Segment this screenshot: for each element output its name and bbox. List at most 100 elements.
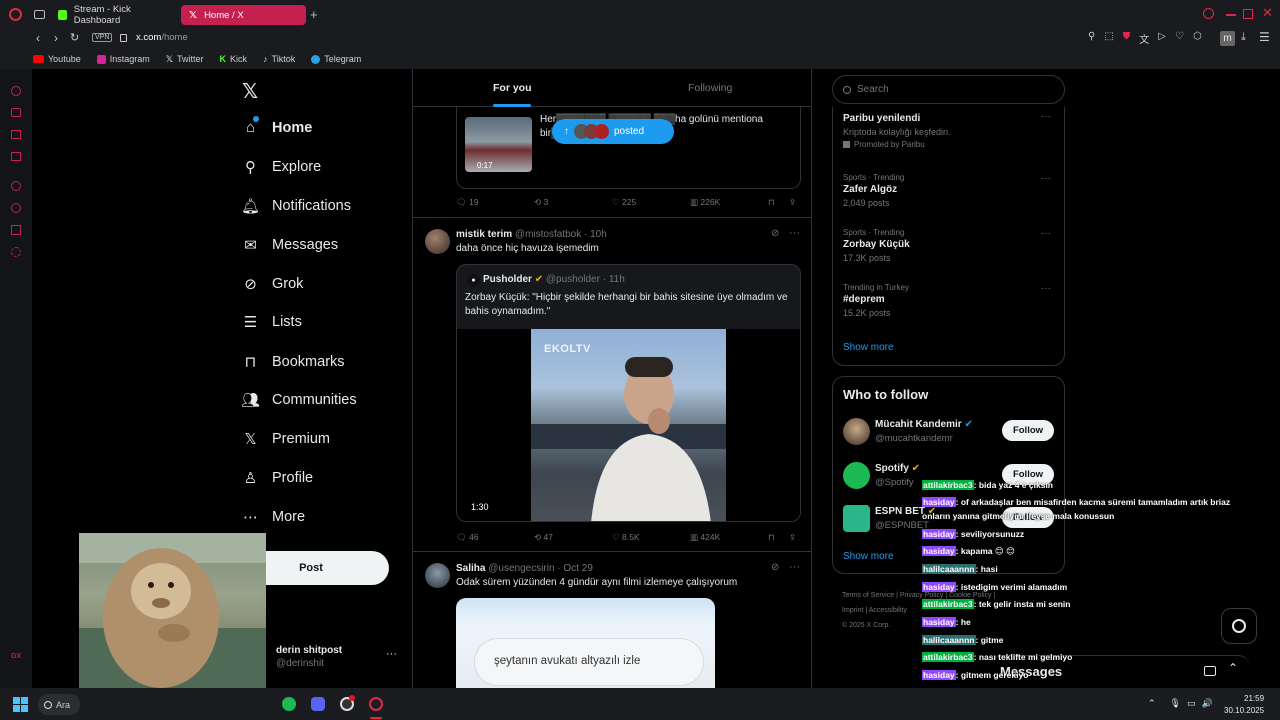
grok-icon[interactable]: ⊘ (771, 228, 779, 239)
microphone-icon[interactable]: 🎙 (1170, 698, 1181, 709)
bookmark-instagram[interactable]: Instagram (96, 54, 150, 64)
repost-button[interactable]: ⟲ 47 (534, 532, 553, 543)
monitor-icon[interactable]: ▭ (1187, 698, 1196, 709)
clock[interactable]: 21:59 30.10.2025 (1224, 693, 1264, 717)
volume-icon[interactable]: 🔊 (1202, 698, 1213, 709)
settings-icon[interactable] (11, 247, 21, 257)
url-field[interactable]: x.com/home (136, 32, 188, 43)
tweet[interactable]: Saliha @usengecsirin · Oct 29 ⊘ ··· Odak… (413, 553, 811, 688)
nav-item-bookmarks[interactable]: ⊓ Bookmarks (242, 353, 345, 371)
reply-button[interactable]: 🗨 19 (456, 197, 479, 208)
bookmark-tiktok[interactable]: ♪ Tiktok (263, 54, 295, 64)
expand-icon[interactable]: ⌃ (1228, 661, 1238, 675)
tweet[interactable]: 0:17 Her▒▒▒▒▒▒▒ ▒▒▒▒▒▒ ▒▒▒ha golünü ment… (413, 107, 811, 218)
profile-avatar[interactable]: m (1220, 31, 1235, 46)
video-thumbnail[interactable]: 0:17 (465, 117, 532, 172)
like-button[interactable]: ♡ 225 (612, 197, 636, 208)
reply-button[interactable]: 🗨 46 (456, 532, 479, 543)
share-icon[interactable]: ⇪ (789, 197, 796, 208)
quote-tweet[interactable]: ● Pusholder ✔ @pusholder · 11h Zorbay Kü… (456, 264, 801, 522)
heart-icon[interactable]: ♡ (1175, 31, 1184, 46)
windows-start-icon[interactable] (13, 697, 28, 712)
pin-icon[interactable]: ⚲ (1088, 31, 1095, 46)
follow-suggestion[interactable]: Mücahit Kandemir ✔ @mucahtkandemr Follow (843, 417, 1056, 447)
account-switcher[interactable]: derin shitpost @derinshit ··· (270, 645, 402, 675)
tweet-time[interactable]: · Oct 29 (557, 563, 593, 574)
tweet-more-icon[interactable]: ··· (789, 227, 800, 239)
author-name[interactable]: mistik terim (456, 229, 512, 240)
forward-icon[interactable]: › (54, 31, 58, 45)
avatar[interactable] (425, 563, 450, 588)
bag-icon[interactable] (11, 108, 21, 117)
workspaces-icon[interactable] (34, 10, 45, 19)
twitch-icon[interactable] (11, 130, 21, 139)
author-handle[interactable]: @mistosfatbok (515, 229, 581, 240)
posted-pill[interactable]: ↑ posted (552, 119, 674, 144)
tab-following[interactable]: Following (688, 82, 732, 94)
trend-more-icon[interactable]: ··· (1041, 173, 1051, 184)
avatar[interactable] (425, 229, 450, 254)
close-window-icon[interactable]: ✕ (1262, 5, 1273, 21)
vpn-badge[interactable]: VPN (92, 33, 113, 42)
nav-item-premium[interactable]: 𝕏 Premium (242, 430, 330, 448)
nav-item-communities[interactable]: 👥︎ Communities (241, 391, 357, 409)
gx-icon[interactable]: GX (11, 653, 21, 660)
opera-logo-icon[interactable] (9, 8, 22, 21)
nav-item-more[interactable]: ⋯ More (242, 508, 305, 526)
maximize-icon[interactable] (1243, 9, 1253, 19)
nav-item-lists[interactable]: ☰ Lists (242, 313, 302, 331)
trend-item[interactable]: Paribu yenilendi Kriptoda kolaylığı keşfe… (843, 111, 1056, 149)
tab-kick-dashboard[interactable]: Stream - Kick Dashboard (50, 4, 175, 26)
discord-taskbar-icon[interactable] (311, 697, 325, 711)
show-more-link[interactable]: Show more (843, 551, 894, 562)
minimize-icon[interactable] (1226, 14, 1236, 16)
extensions-icon[interactable]: ⬡ (1193, 31, 1202, 46)
repost-button[interactable]: ⟲ 3 (534, 197, 548, 208)
avatar[interactable] (843, 418, 870, 445)
grok-float-button[interactable] (1221, 608, 1257, 644)
spotify-taskbar-icon[interactable] (282, 697, 296, 711)
trend-item[interactable]: Trending in Turkey #deprem 15.2K posts ··· (843, 283, 1056, 321)
menu-icon[interactable]: ☰ (1259, 30, 1270, 44)
like-button[interactable]: ♡ 8.5K (612, 532, 640, 543)
bookmark-icon[interactable]: ⊓ (768, 532, 775, 543)
messenger-icon[interactable] (11, 152, 21, 161)
trend-item[interactable]: Sports · Trending Zorbay Küçük 17.3K posts… (843, 228, 1056, 266)
trend-more-icon[interactable]: ··· (1041, 228, 1051, 239)
snapshot-icon[interactable]: ⬚ (1104, 31, 1113, 46)
tweet-image[interactable]: şeytanın avukatı altyazılı izle (456, 598, 715, 688)
bookmark-kick[interactable]: K Kick (220, 54, 248, 64)
taskbar-search[interactable]: Ara (38, 694, 80, 715)
trend-more-icon[interactable]: ··· (1041, 111, 1051, 122)
extensions-sidebar-icon[interactable] (11, 225, 21, 235)
nav-item-messages[interactable]: ✉ Messages (242, 236, 338, 254)
bookmark-youtube[interactable]: Youtube (33, 54, 81, 64)
download-icon[interactable]: ⤓ (1241, 31, 1246, 44)
tab-search-icon[interactable] (1203, 8, 1214, 19)
nav-item-explore[interactable]: ⚲ Explore (242, 158, 321, 176)
share-icon[interactable]: ⇪ (789, 532, 796, 543)
nav-item-home[interactable]: ⌂ Home (242, 119, 312, 136)
trend-item[interactable]: Sports · Trending Zafer Algöz 2,049 posts ·… (843, 173, 1056, 211)
views-button[interactable]: ▥ 226K (690, 197, 720, 208)
translate-icon[interactable]: 文 (1139, 31, 1149, 46)
x-logo-icon[interactable]: 𝕏 (242, 79, 258, 104)
aria-icon[interactable] (11, 86, 21, 96)
nav-item-grok[interactable]: ⊘ Grok (242, 275, 303, 293)
account-more-icon[interactable]: ··· (386, 648, 397, 660)
tab-for-you[interactable]: For you (493, 82, 532, 94)
bookmark-icon[interactable]: ⊓ (768, 197, 775, 208)
adblock-shield-icon[interactable]: ⛊ (1123, 31, 1131, 46)
show-more-link[interactable]: Show more (843, 342, 894, 353)
tab-home-x[interactable]: 𝕏 Home / X (181, 5, 306, 25)
tweet-time[interactable]: · 10h (584, 229, 607, 240)
history-icon[interactable] (11, 203, 21, 213)
follow-button[interactable]: Follow (1002, 420, 1054, 441)
trend-more-icon[interactable]: ··· (1041, 283, 1051, 294)
search-box[interactable]: Search (832, 75, 1065, 104)
bookmark-telegram[interactable]: Telegram (311, 54, 361, 64)
bookmark-twitter[interactable]: 𝕏 Twitter (166, 54, 204, 65)
tweet-more-icon[interactable]: ··· (789, 561, 800, 573)
quote-video[interactable]: EKOLTV 1:30 (457, 329, 800, 521)
avatar[interactable] (843, 462, 870, 489)
